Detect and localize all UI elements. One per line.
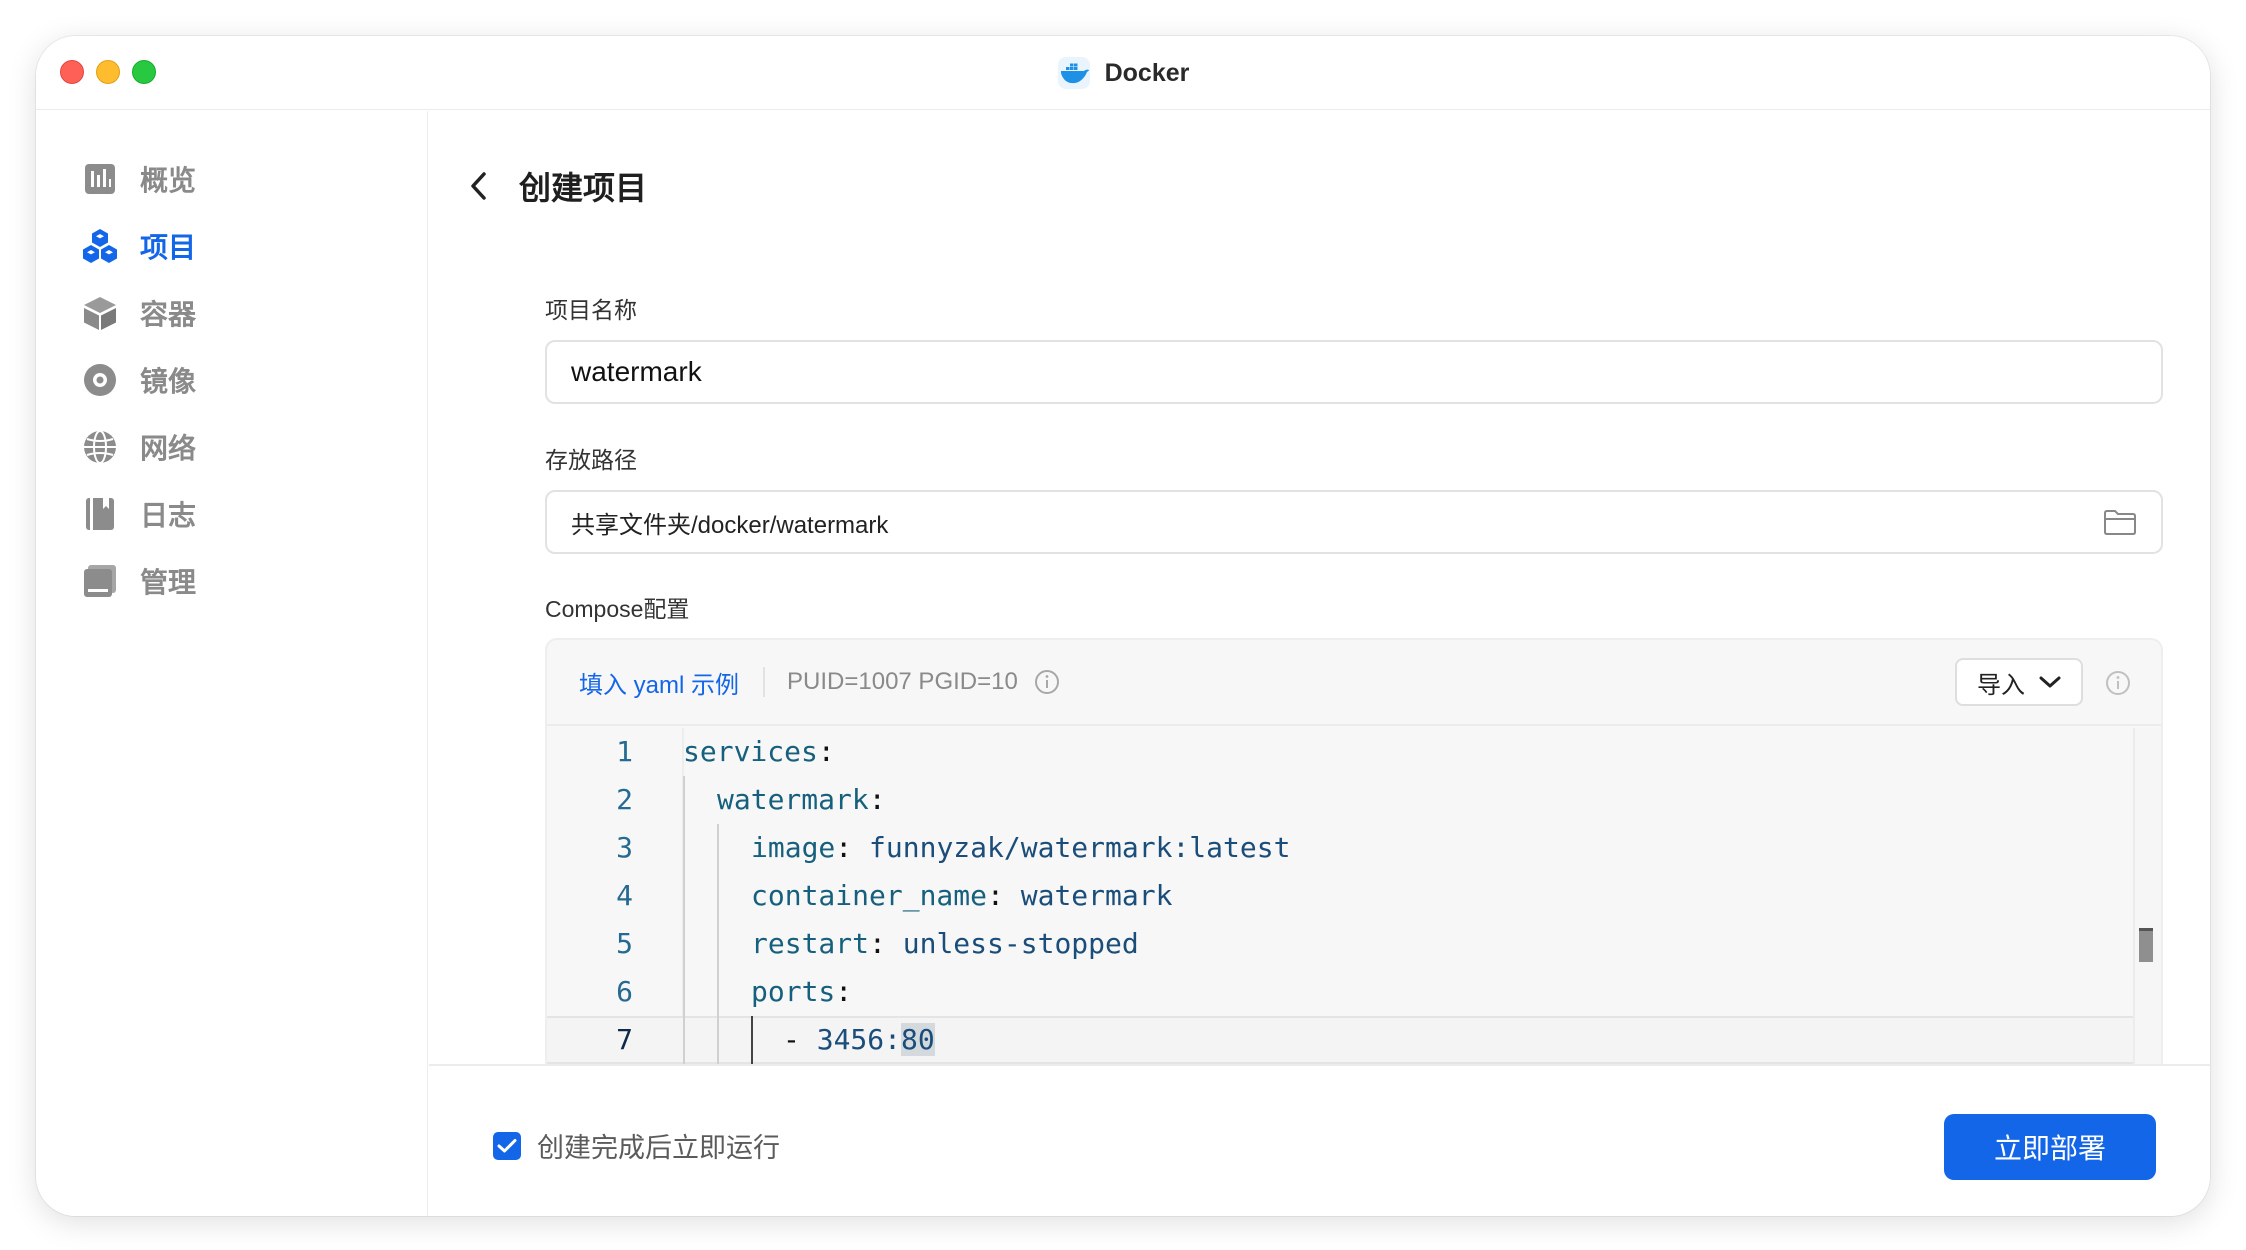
manage-icon [84,565,116,597]
toolbar-divider [763,667,766,697]
yaml-key: services [683,735,818,768]
deploy-now-button[interactable]: 立即部署 [1944,1114,2156,1180]
yaml-value-selected: 80 [901,1023,935,1056]
compose-config-label: Compose配置 [545,596,690,622]
run-after-create-label: 创建完成后立即运行 [537,1133,780,1163]
code-line: 5 restart: unless-stopped [547,920,2133,968]
yaml-separator: : [835,831,870,864]
checkbox-checked[interactable] [493,1131,521,1160]
project-name-value: watermark [571,356,702,387]
sidebar-item-label: 容器 [140,299,197,330]
sidebar-item-network[interactable]: 网络 [80,417,380,477]
line-number: 2 [616,783,633,816]
compose-toolbar: 填入 yaml 示例 PUID=1007 PGID=10 导入 [547,640,2161,726]
yaml-value: watermark [1020,879,1173,912]
yaml-separator: : [869,927,903,960]
sidebar-item-label: 网络 [140,433,197,464]
yaml-separator: : [817,735,835,768]
image-disc-icon [84,364,116,396]
sidebar-item-projects[interactable]: 项目 [80,216,380,276]
yaml-separator: : [868,783,886,816]
footer-bar: 创建完成后立即运行 立即部署 [429,1064,2210,1216]
sidebar-item-manage[interactable]: 管理 [80,551,380,611]
sidebar-item-label: 项目 [140,232,197,263]
code-line: 3 image: funnyzak/watermark:latest [547,824,2133,872]
back-button[interactable] [461,168,497,204]
fill-yaml-example-link[interactable]: 填入 yaml 示例 [579,665,739,700]
yaml-key: restart [751,927,870,960]
line-number: 6 [616,975,633,1008]
yaml-list-dash: - [783,1023,817,1056]
sidebar-item-label: 概览 [140,165,197,196]
yaml-value: 3456: [816,1023,902,1056]
yaml-key: ports [751,975,836,1008]
code-line: 2 watermark: [547,776,2133,824]
storage-path-value: 共享文件夹/docker/watermark [571,511,889,539]
compose-editor: 填入 yaml 示例 PUID=1007 PGID=10 导入 1 servic… [545,638,2163,1108]
chevron-down-icon [2039,676,2061,688]
folder-icon[interactable] [2103,508,2137,536]
check-icon [497,1138,517,1152]
project-cubes-icon [83,229,117,263]
line-number: 5 [616,927,633,960]
sidebar: 概览 项目 容器 镜像 网络 日志 管理 [36,111,428,1216]
editor-scrollbar[interactable] [2133,728,2161,1108]
line-number: 7 [616,1023,633,1056]
sidebar-item-label: 日志 [140,500,197,531]
chevron-left-icon [471,172,486,200]
code-area[interactable]: 1 services: 2 watermark: 3 image: funnyz… [547,728,2161,1108]
page-title: 创建项目 [519,170,648,206]
info-icon[interactable] [1034,669,1060,695]
indent-guide [717,824,719,1064]
yaml-value: unless-stopped [902,927,1139,960]
yaml-separator: : [987,879,1021,912]
indent-guide-active [751,1016,753,1064]
info-icon[interactable] [2105,670,2131,696]
storage-path-label: 存放路径 [545,447,637,473]
indent-guide [683,776,685,1064]
page-header: 创建项目 [461,163,647,209]
network-globe-icon [84,430,116,464]
yaml-value: funnyzak/watermark:latest [869,831,1291,864]
code-line: 4 container_name: watermark [547,872,2133,920]
project-name-label: 项目名称 [545,297,637,323]
overview-icon [85,164,115,194]
line-number: 3 [616,831,633,864]
yaml-key: watermark [717,783,869,816]
run-after-create-checkbox[interactable]: 创建完成后立即运行 [493,1126,780,1165]
sidebar-item-containers[interactable]: 容器 [80,283,380,343]
project-name-input[interactable]: watermark [545,340,2163,404]
import-dropdown-button[interactable]: 导入 [1955,658,2083,706]
storage-path-input[interactable]: 共享文件夹/docker/watermark [545,490,2163,554]
code-line: 6 ports: [547,968,2133,1016]
sidebar-item-overview[interactable]: 概览 [80,149,380,209]
puid-pgid-info: PUID=1007 PGID=10 [787,668,1018,695]
line-number: 1 [616,735,633,768]
app-window: Docker 概览 项目 容器 镜像 网络 日志 管理 创建项目 项目名称 wa… [36,36,2210,1216]
code-line-current: 7 - 3456:80 [547,1016,2133,1064]
sidebar-item-label: 镜像 [140,366,197,397]
sidebar-item-logs[interactable]: 日志 [80,484,380,544]
log-book-icon [86,498,114,530]
main-panel: 创建项目 项目名称 watermark 存放路径 共享文件夹/docker/wa… [429,111,2210,1216]
import-label: 导入 [1977,671,2025,699]
yaml-key: image [751,831,836,864]
container-box-icon [84,297,116,330]
scrollbar-thumb[interactable] [2139,928,2153,962]
sidebar-item-images[interactable]: 镜像 [80,350,380,410]
yaml-separator: : [835,975,853,1008]
code-line: 1 services: [547,728,2133,776]
yaml-key: container_name [751,879,988,912]
docker-whale-icon [1057,57,1090,89]
window-title: Docker [1104,58,1190,87]
sidebar-item-label: 管理 [140,567,197,598]
line-number: 4 [616,879,633,912]
title-bar: Docker [36,36,2210,110]
